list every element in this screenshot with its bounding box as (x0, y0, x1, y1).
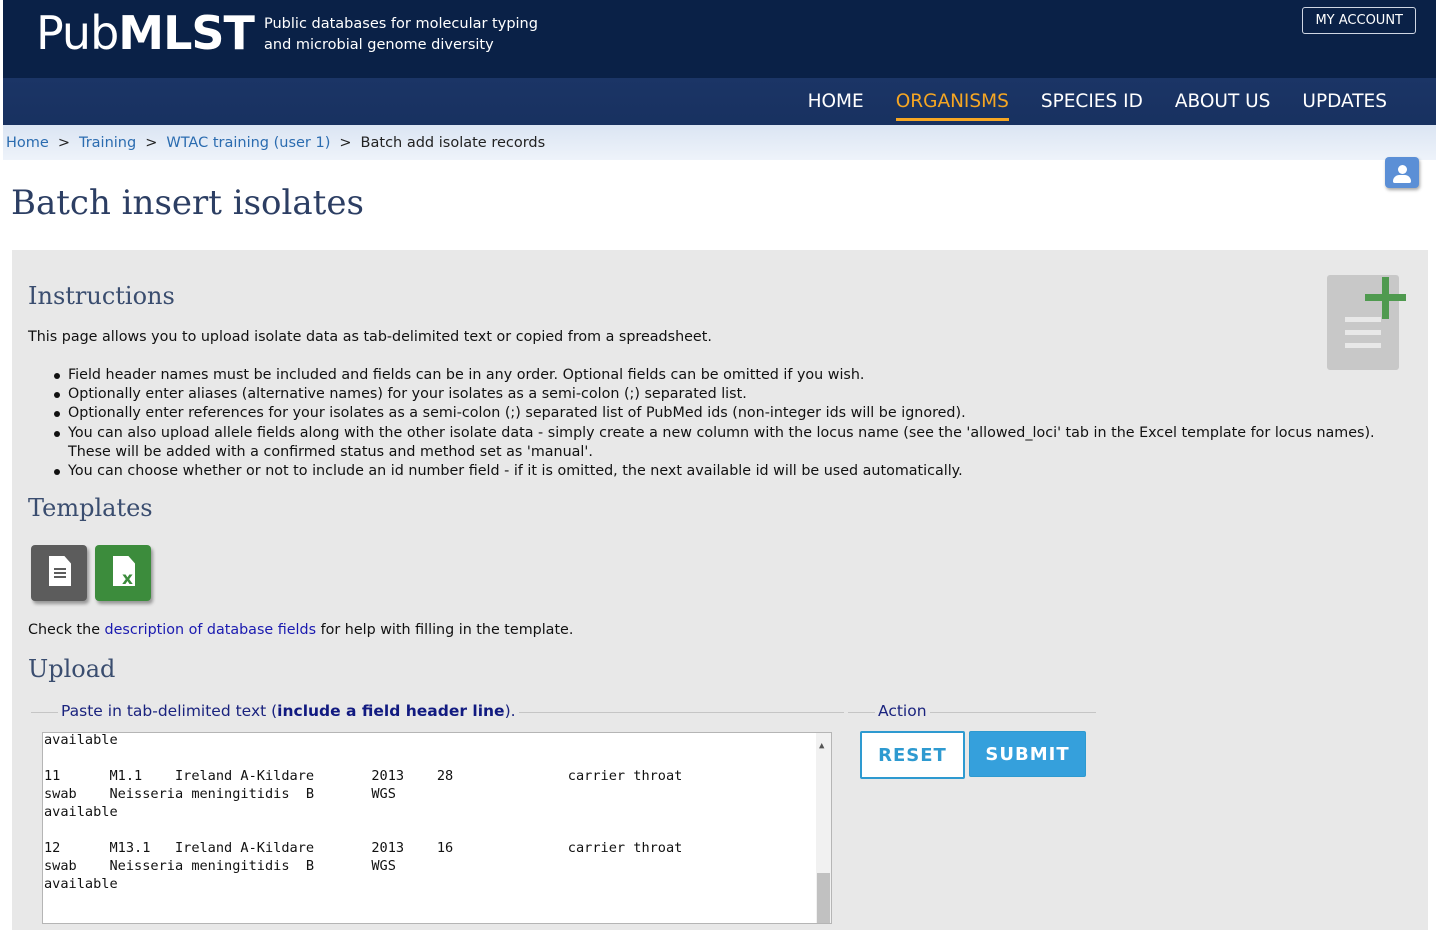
nav-organisms[interactable]: ORGANISMS (895, 83, 1009, 121)
paste-legend: Paste in tab-delimited text (include a f… (58, 702, 519, 720)
excel-template-download-button[interactable]: x (95, 545, 151, 601)
pubmlst-logo[interactable]: PubMLST (36, 6, 255, 60)
breadcrumb-bar: Home > Training > WTAC training (user 1) > Bat… (3, 125, 1436, 160)
breadcrumb: Home > Training > WTAC training (user 1) > Bat… (6, 135, 545, 151)
breadcrumb-separator: > (145, 135, 158, 151)
add-document-icon (1327, 275, 1406, 370)
instruction-item: You can choose whether or not to include… (54, 462, 1413, 481)
database-fields-description-link[interactable]: description of database fields (105, 622, 317, 638)
breadcrumb-separator: > (57, 135, 70, 151)
instruction-item: You can also upload allele fields along … (54, 424, 1413, 462)
templates-heading: Templates (28, 494, 153, 522)
my-account-button[interactable]: MY ACCOUNT (1302, 7, 1416, 34)
breadcrumb-wtac-training[interactable]: WTAC training (user 1) (166, 135, 330, 151)
textarea-content: available 11 M1.1 Ireland A-Kildare 2013… (44, 732, 683, 892)
scrollbar-thumb[interactable] (817, 873, 830, 923)
site-tagline: Public databases for molecular typing an… (264, 14, 538, 56)
text-file-icon (49, 556, 71, 586)
breadcrumb-home[interactable]: Home (6, 135, 49, 151)
nav-species-id[interactable]: SPECIES ID (1041, 83, 1143, 120)
main-nav-bar: HOME ORGANISMS SPECIES ID ABOUT US UPDAT… (3, 78, 1436, 125)
text-template-download-button[interactable] (31, 545, 87, 601)
reset-button[interactable]: RESET (860, 731, 965, 779)
instructions-intro: This page allows you to upload isolate d… (28, 329, 712, 345)
breadcrumb-training[interactable]: Training (79, 135, 136, 151)
paste-fieldset: Paste in tab-delimited text (include a f… (31, 702, 844, 720)
tagline-line-2: and microbial genome diversity (264, 37, 494, 53)
user-icon[interactable] (1385, 157, 1419, 188)
instructions-heading: Instructions (28, 282, 175, 310)
textarea-scrollbar[interactable]: ▲ (816, 733, 831, 923)
action-legend: Action (875, 702, 930, 720)
scroll-up-arrow-icon[interactable]: ▲ (819, 737, 824, 755)
data-textarea[interactable]: available 11 M1.1 Ireland A-Kildare 2013… (42, 732, 832, 924)
upload-heading: Upload (28, 655, 116, 683)
breadcrumb-current: Batch add isolate records (360, 135, 546, 151)
instruction-item: Field header names must be included and … (54, 366, 1413, 385)
submit-button[interactable]: SUBMIT (969, 731, 1086, 777)
nav-home[interactable]: HOME (808, 83, 864, 120)
page-title: Batch insert isolates (11, 183, 364, 223)
action-fieldset: Action (848, 702, 1096, 720)
nav-about-us[interactable]: ABOUT US (1175, 83, 1271, 120)
main-content-box: Instructions This page allows you to upl… (12, 250, 1428, 930)
excel-file-icon: x (113, 556, 135, 586)
tagline-line-1: Public databases for molecular typing (264, 16, 538, 32)
main-nav: HOME ORGANISMS SPECIES ID ABOUT US UPDAT… (808, 78, 1387, 125)
instructions-list: Field header names must be included and … (28, 366, 1413, 481)
nav-updates[interactable]: UPDATES (1302, 83, 1387, 120)
instruction-item: Optionally enter aliases (alternative na… (54, 385, 1413, 404)
breadcrumb-separator: > (339, 135, 352, 151)
templates-help-text: Check the description of database fields… (28, 622, 574, 638)
site-header: PubMLST Public databases for molecular t… (3, 0, 1436, 78)
instruction-item: Optionally enter references for your iso… (54, 404, 1413, 423)
